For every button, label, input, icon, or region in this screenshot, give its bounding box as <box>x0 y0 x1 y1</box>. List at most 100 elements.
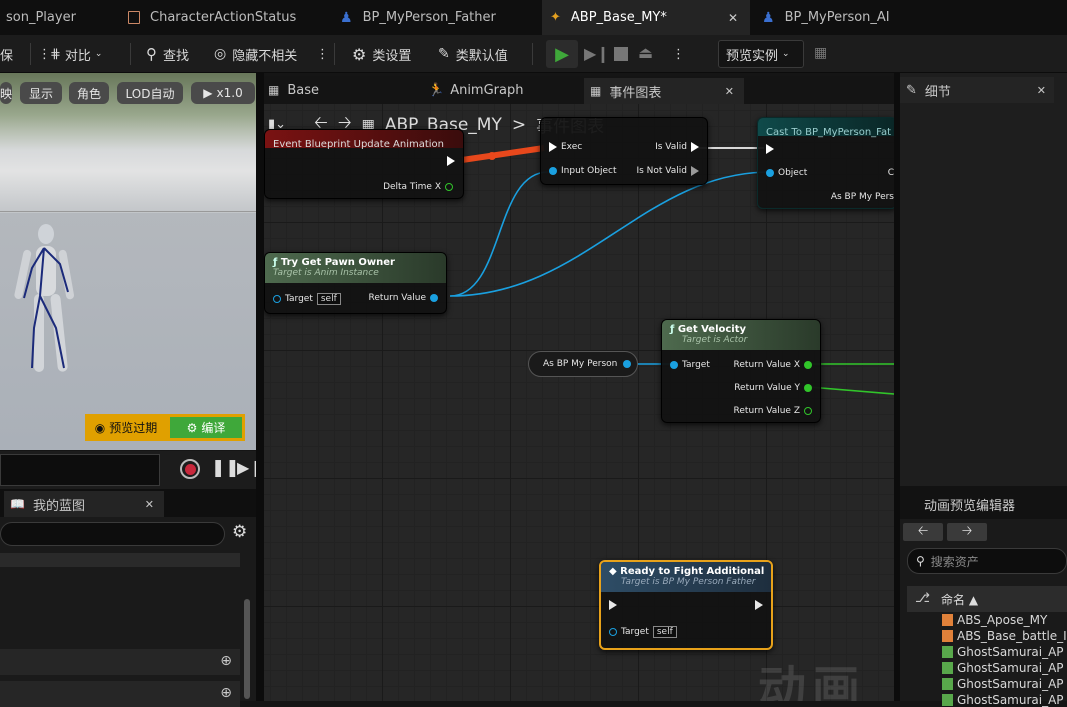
splitter[interactable] <box>256 73 264 701</box>
compile-button[interactable]: ⚙ 编译 <box>170 417 242 438</box>
find-button[interactable]: ⚲ 查找 <box>146 41 189 67</box>
preview-instance-dropdown[interactable]: 预览实例 ⌄ <box>718 40 804 68</box>
name-column-header[interactable]: 命名 ▲ <box>941 591 978 608</box>
tab-bp-myperson-father[interactable]: ♟ BP_MyPerson_Father <box>330 0 530 35</box>
preview-viewport[interactable]: 映 显示 角色 LOD自动 ▶ x1.0 ◉ 预览过期 ⚙ 编译 <box>0 73 256 450</box>
as-bp-pin[interactable]: As BP My Pers <box>831 192 894 202</box>
exec-in-pin[interactable] <box>609 600 617 610</box>
step-icon[interactable]: ▶❙ <box>584 44 610 63</box>
forward-button[interactable]: 🡢 <box>947 523 987 541</box>
close-icon[interactable]: ✕ <box>1037 84 1046 97</box>
add-icon[interactable]: ⊕ <box>220 653 232 669</box>
node-as-bp-my-person[interactable]: As BP My Person <box>528 351 638 377</box>
eject-icon[interactable]: ⏏ <box>638 43 653 62</box>
delta-time-pin[interactable]: Delta Time X <box>383 182 453 192</box>
back-button[interactable]: 🡠 <box>903 523 943 541</box>
node-try-get-pawn-owner[interactable]: ƒ Try Get Pawn Owner Target is Anim Inst… <box>264 252 447 314</box>
node-event-update-animation[interactable]: Event Blueprint Update Animation Delta T… <box>264 129 464 199</box>
viewport-button[interactable]: 映 <box>0 82 12 104</box>
list-row[interactable]: ⊕ <box>0 681 240 707</box>
is-not-valid-pin[interactable]: Is Not Valid <box>636 166 699 176</box>
class-settings-button[interactable]: ⚙ 类设置 <box>352 41 411 67</box>
node-cast-to-bp-myperson-father[interactable]: Cast To BP_MyPerson_Fat Object C As BP M… <box>757 117 894 209</box>
pause-icon[interactable]: ❚❚ <box>211 458 240 478</box>
record-button[interactable] <box>180 459 200 479</box>
search-input[interactable]: ⚲ 搜索资产 <box>907 548 1067 574</box>
exec-out-pin[interactable] <box>447 156 455 166</box>
gear-icon: ⚙ <box>352 44 367 64</box>
tab-label: BP_MyPerson_AI <box>784 10 890 25</box>
tab-my-blueprint[interactable]: 📖 我的蓝图 ✕ <box>4 491 164 517</box>
return-y-pin[interactable]: Return Value Y <box>734 383 812 393</box>
add-icon[interactable]: ⊕ <box>220 685 232 701</box>
preview-expired-button[interactable]: ◉ 预览过期 <box>85 414 167 441</box>
show-button[interactable]: 显示 <box>20 82 62 104</box>
close-icon[interactable]: ✕ <box>725 85 734 98</box>
kebab-icon[interactable]: ⋮ <box>316 41 329 67</box>
lod-auto-button[interactable]: LOD自动 <box>117 82 183 104</box>
object-pin[interactable]: Object <box>766 168 807 178</box>
tab-anim-preview-editor[interactable]: 动画预览编辑器 <box>924 495 1015 514</box>
is-valid-pin[interactable]: Is Valid <box>655 142 699 152</box>
asset-item[interactable]: GhostSamurai_AP <box>942 677 1064 691</box>
person-icon: ♟ <box>340 9 353 26</box>
node-get-velocity[interactable]: ƒ Get Velocity Target is Actor Target Re… <box>661 319 821 423</box>
graph-icon: ▦ <box>590 84 602 98</box>
exec-out-pin[interactable] <box>755 600 763 610</box>
person-icon: ♟ <box>762 9 775 26</box>
asset-item[interactable]: GhostSamurai_AP <box>942 693 1064 707</box>
return-value-pin[interactable]: Return Value <box>369 293 438 303</box>
asset-name: GhostSamurai_AP <box>957 661 1064 675</box>
exec-in-pin[interactable] <box>766 144 774 154</box>
tab-abp-base-my[interactable]: ✦ ABP_Base_MY* ✕ <box>542 0 750 35</box>
target-pin[interactable]: Target self <box>273 293 341 305</box>
node-subtitle: Target is Actor <box>682 335 748 345</box>
debug-filter-icon[interactable]: ▦ <box>814 45 827 61</box>
target-pin[interactable]: Target <box>670 360 710 370</box>
diff-label: 对比 <box>64 48 91 64</box>
playback-speed-button[interactable]: ▶ x1.0 <box>191 82 255 104</box>
stop-icon[interactable] <box>614 47 628 61</box>
node-is-valid[interactable]: Exec Input Object Is Valid Is Not Valid <box>540 117 708 185</box>
close-icon[interactable]: ✕ <box>145 498 154 511</box>
asset-item[interactable]: GhostSamurai_AP <box>942 661 1064 675</box>
input-object-pin[interactable]: Input Object <box>549 166 616 176</box>
tab-character-action-status[interactable]: CharacterActionStatus <box>120 0 320 35</box>
close-icon[interactable]: ✕ <box>728 11 738 25</box>
kebab-icon[interactable]: ⋮ <box>672 41 685 67</box>
asset-item[interactable]: ABS_Base_battle_I <box>942 629 1067 643</box>
tab-base[interactable]: ▦ Base <box>268 76 319 104</box>
exec-in-pin[interactable]: Exec <box>549 142 582 152</box>
class-defaults-button[interactable]: ✎ 类默认值 <box>438 41 508 67</box>
tab-bp-myperson-ai[interactable]: ♟ BP_MyPerson_AI <box>752 0 932 35</box>
list-row[interactable]: ⊕ <box>0 649 240 675</box>
speed-label: x1.0 <box>216 86 243 100</box>
save-button[interactable]: 保 <box>0 41 13 67</box>
preview-expired-bar: ◉ 预览过期 ⚙ 编译 <box>85 414 245 441</box>
diff-button[interactable]: ⋕ 对比 ⌄ <box>50 41 102 67</box>
asset-item[interactable]: ABS_Apose_MY <box>942 613 1047 627</box>
return-x-pin[interactable]: Return Value X <box>734 360 812 370</box>
tab-son-player[interactable]: son_Player <box>0 0 112 35</box>
hide-unrelated-button[interactable]: ◎ 隐藏不相关 <box>214 41 297 67</box>
pin-label: Exec <box>561 142 583 152</box>
timeline-scrubber[interactable] <box>0 454 160 486</box>
tab-anim-graph[interactable]: 🏃 AnimGraph <box>428 76 523 104</box>
event-graph-canvas[interactable]: ▮⌄ 🡠 🡢 ▦ ABP_Base_MY > 事件图表 Event Bluepr… <box>264 104 894 701</box>
play-button[interactable]: ▶ <box>546 40 578 68</box>
self-field[interactable]: self <box>316 293 341 305</box>
self-field[interactable]: self <box>652 626 677 638</box>
toolbar-divider <box>130 43 131 65</box>
scrollbar[interactable] <box>244 599 250 699</box>
return-z-pin[interactable]: Return Value Z <box>734 406 812 416</box>
target-pin[interactable]: Target self <box>609 626 677 638</box>
asset-item[interactable]: GhostSamurai_AP <box>942 645 1064 659</box>
search-input[interactable] <box>0 522 225 546</box>
tab-event-graph[interactable]: ▦ 事件图表 ✕ <box>584 78 744 104</box>
node-ready-to-fight-additional[interactable]: ◆ Ready to Fight Additional Target is BP… <box>599 560 773 650</box>
filter-icon[interactable]: ⎇ <box>915 591 930 606</box>
tab-details[interactable]: ✎ 细节 ✕ <box>900 77 1054 103</box>
gear-icon[interactable]: ⚙ <box>232 522 247 542</box>
compile-label: 编译 <box>201 421 226 435</box>
character-button[interactable]: 角色 <box>69 82 109 104</box>
